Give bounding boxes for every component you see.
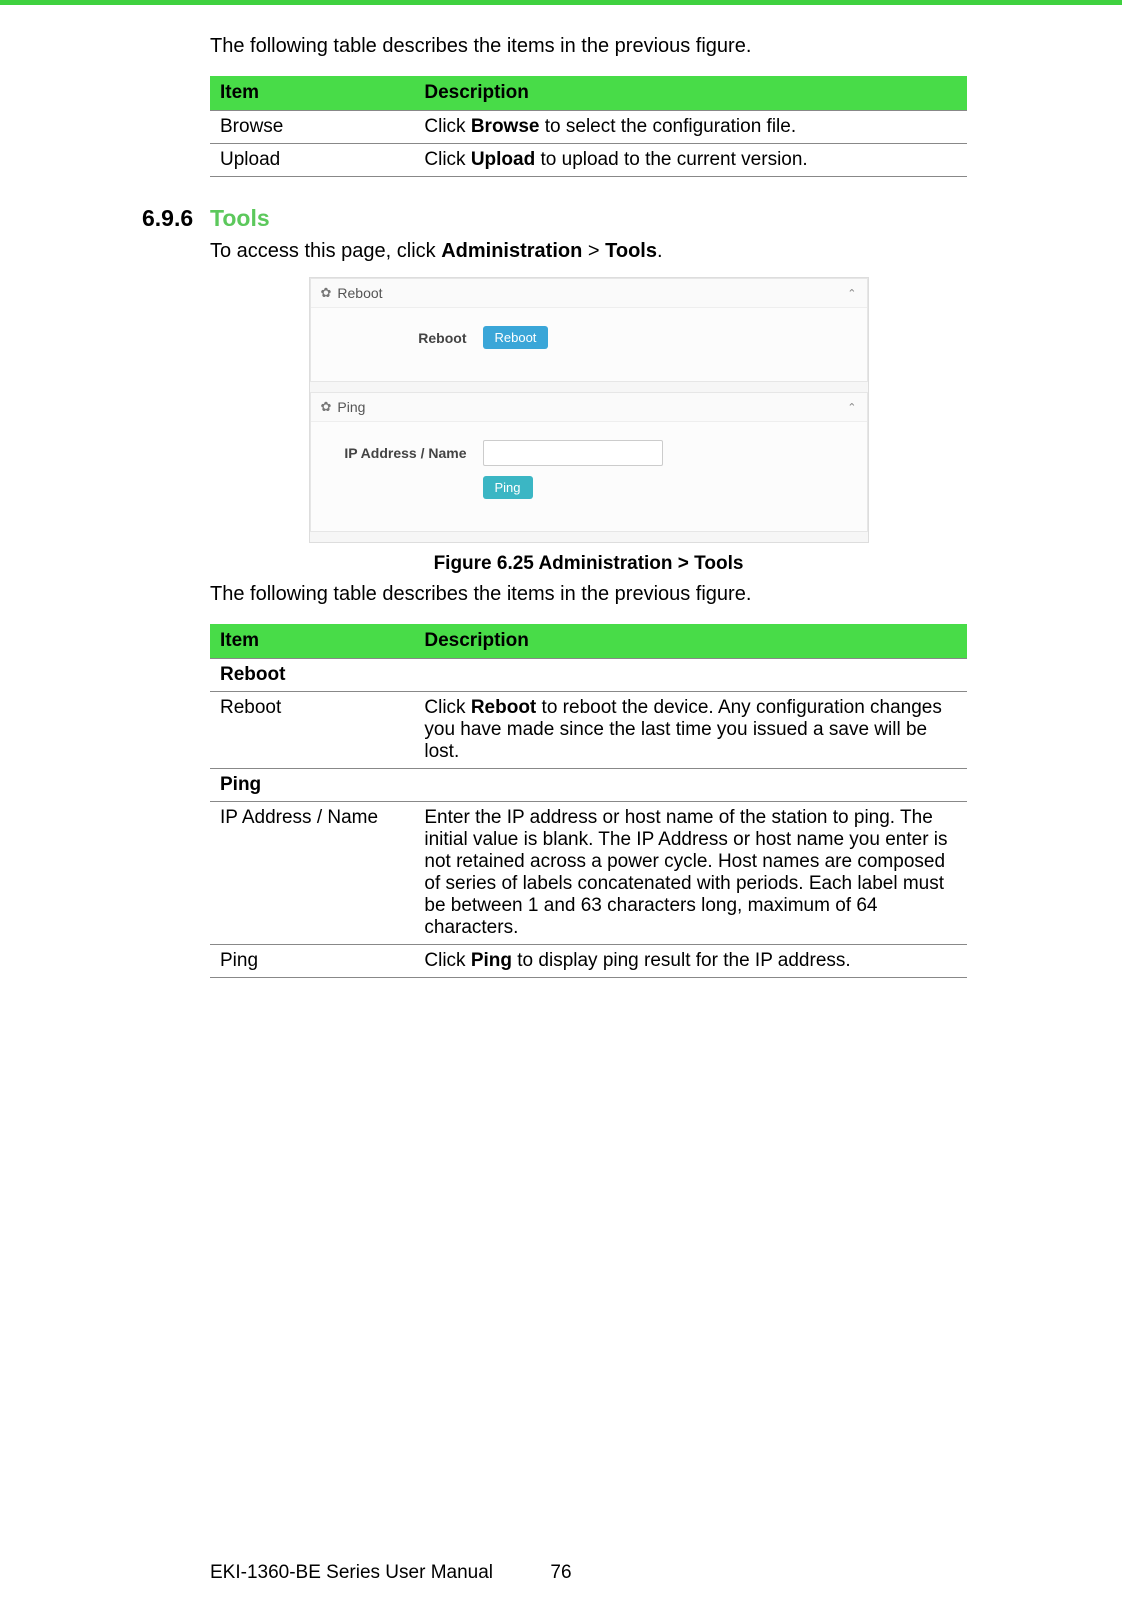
table-row: Reboot Click Reboot to reboot the device… xyxy=(210,692,967,769)
cell-item: Browse xyxy=(210,111,414,144)
ping-button[interactable]: Ping xyxy=(483,476,533,499)
cell-section: Ping xyxy=(210,769,967,802)
cell-desc: Click Reboot to reboot the device. Any c… xyxy=(414,692,967,769)
cell-desc: Click Browse to select the configuration… xyxy=(414,111,967,144)
ip-address-input[interactable] xyxy=(483,440,663,466)
panel-reboot: ✿ Reboot ⌃ Reboot Reboot xyxy=(310,278,868,382)
section-number: 6.9.6 xyxy=(142,205,210,232)
table-row: Ping Click Ping to display ping result f… xyxy=(210,945,967,978)
figure-tools: ✿ Reboot ⌃ Reboot Reboot xyxy=(309,277,869,543)
footer-left: EKI-1360-BE Series User Manual xyxy=(210,1562,493,1584)
table-row: Browse Click Browse to select the config… xyxy=(210,111,967,144)
form-label-reboot: Reboot xyxy=(323,330,483,346)
panel-title: Reboot xyxy=(337,285,382,301)
access-text: To access this page, click Administratio… xyxy=(210,240,967,263)
figure-caption: Figure 6.25 Administration > Tools xyxy=(210,553,967,575)
table-row: Reboot xyxy=(210,659,967,692)
th-description: Description xyxy=(414,76,967,111)
panel-header-ping[interactable]: ✿ Ping ⌃ xyxy=(311,393,867,422)
gear-icon: ✿ xyxy=(321,399,332,415)
cell-item: IP Address / Name xyxy=(210,802,414,945)
cell-item: Ping xyxy=(210,945,414,978)
chevron-up-icon[interactable]: ⌃ xyxy=(847,287,856,300)
th-description: Description xyxy=(414,624,967,659)
section-heading: 6.9.6 Tools xyxy=(210,205,967,232)
table-row: IP Address / Name Enter the IP address o… xyxy=(210,802,967,945)
cell-desc: Click Upload to upload to the current ve… xyxy=(414,144,967,177)
reboot-button[interactable]: Reboot xyxy=(483,326,549,349)
section-title: Tools xyxy=(210,205,270,232)
intro-text-2: The following table describes the items … xyxy=(210,583,967,606)
footer-page-number: 76 xyxy=(550,1562,571,1584)
table-row: Ping xyxy=(210,769,967,802)
table-tools-desc: Item Description Reboot Reboot Click Reb… xyxy=(210,624,967,978)
panel-title: Ping xyxy=(337,399,365,415)
th-item: Item xyxy=(210,624,414,659)
table-browse-upload: Item Description Browse Click Browse to … xyxy=(210,76,967,177)
chevron-up-icon[interactable]: ⌃ xyxy=(847,401,856,414)
panel-header-reboot[interactable]: ✿ Reboot ⌃ xyxy=(311,279,867,308)
cell-item: Upload xyxy=(210,144,414,177)
gear-icon: ✿ xyxy=(321,285,332,301)
cell-item: Reboot xyxy=(210,692,414,769)
table-row: Upload Click Upload to upload to the cur… xyxy=(210,144,967,177)
th-item: Item xyxy=(210,76,414,111)
intro-text-1: The following table describes the items … xyxy=(210,35,967,58)
cell-desc: Enter the IP address or host name of the… xyxy=(414,802,967,945)
page-footer: EKI-1360-BE Series User Manual 76 xyxy=(0,1562,1122,1584)
cell-desc: Click Ping to display ping result for th… xyxy=(414,945,967,978)
cell-section: Reboot xyxy=(210,659,967,692)
form-label-ipaddress: IP Address / Name xyxy=(323,445,483,461)
panel-ping: ✿ Ping ⌃ IP Address / Name Ping xyxy=(310,392,868,532)
